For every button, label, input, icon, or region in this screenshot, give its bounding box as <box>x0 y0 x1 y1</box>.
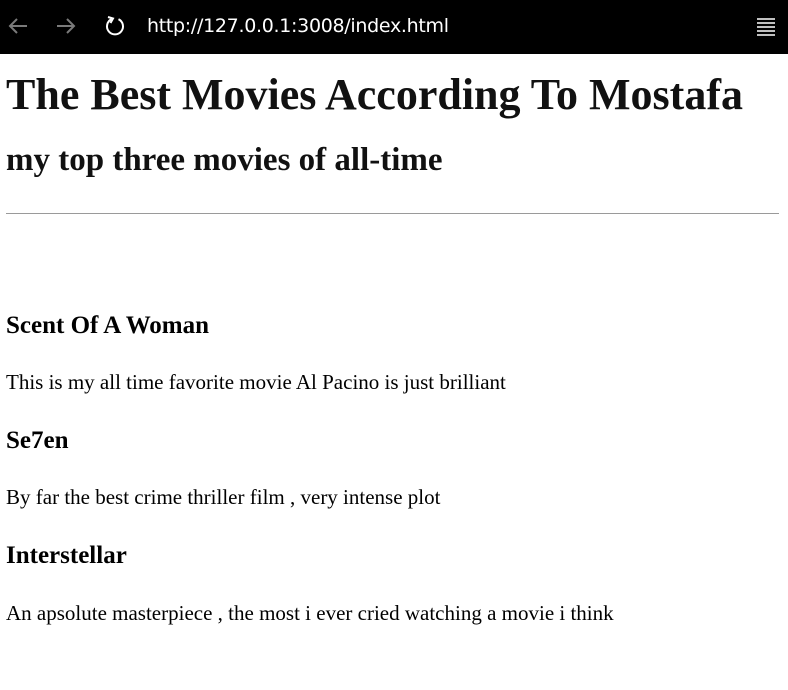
movie-title: Se7en <box>6 427 69 454</box>
address-bar[interactable]: http://127.0.0.1:3008/index.html <box>147 14 449 38</box>
movie-item: Se7en By far the best crime thriller fil… <box>6 426 779 510</box>
page-content: The Best Movies According To Mostafa my … <box>6 54 779 214</box>
back-arrow-icon[interactable] <box>5 13 31 39</box>
movie-description: An apsolute masterpiece , the most i eve… <box>6 601 614 625</box>
reload-icon[interactable] <box>102 13 128 39</box>
movie-description: By far the best crime thriller film , ve… <box>6 485 441 509</box>
divider <box>6 213 779 214</box>
browser-toolbar: http://127.0.0.1:3008/index.html <box>0 0 788 54</box>
movie-item: Scent Of A Woman This is my all time fav… <box>6 311 779 395</box>
movie-title: Scent Of A Woman <box>6 312 210 339</box>
forward-arrow-icon[interactable] <box>53 13 79 39</box>
page-subtitle: my top three movies of all-time <box>6 142 443 178</box>
menu-icon[interactable] <box>753 13 779 39</box>
movie-description: This is my all time favorite movie Al Pa… <box>6 370 506 394</box>
movie-title: Interstellar <box>6 542 127 569</box>
movie-item: Interstellar An apsolute masterpiece , t… <box>6 541 779 626</box>
page-title: The Best Movies According To Mostafa <box>6 70 743 119</box>
